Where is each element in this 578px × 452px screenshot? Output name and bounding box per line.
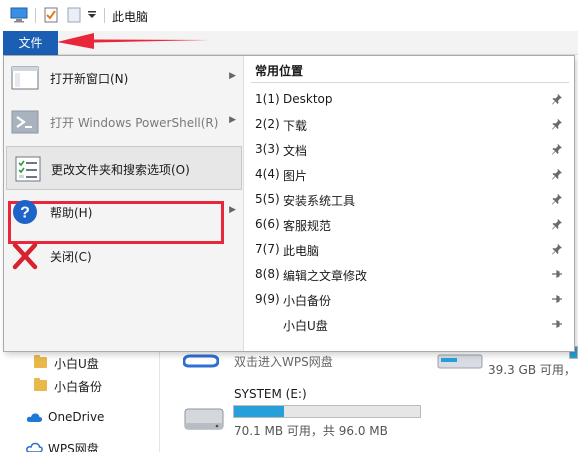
frequent-places-panel: 常用位置 1(1) Desktop 2(2) 下载 3(3) 文档 4(4) 图片 5(5) 安装… — [245, 56, 575, 351]
nav-item-label: 小白U盘 — [54, 357, 99, 371]
frequent-place-item[interactable]: 5(5) 安装系统工具 — [245, 187, 575, 212]
pin-icon[interactable] — [551, 243, 563, 255]
frequent-place-item[interactable]: 9(9) 小白备份 — [245, 287, 575, 312]
frequent-place-accesskey: 5(5) — [255, 192, 280, 206]
title-bar: 此电脑 — [0, 0, 578, 31]
menu-item-folder-options[interactable]: 更改文件夹和搜索选项(O) — [6, 146, 242, 190]
properties-checkbox-icon[interactable] — [44, 7, 58, 26]
frequent-place-item[interactable]: 1(1) Desktop — [245, 87, 575, 112]
drive-e-icon — [183, 405, 225, 436]
menu-item-help[interactable]: ? 帮助(H) ▶ — [4, 190, 244, 234]
drive-c-free-text: 39.3 GB 可用， — [488, 363, 576, 377]
frequent-place-item[interactable]: 8(8) 编辑之文章修改 — [245, 262, 575, 287]
nav-item-label: WPS网盘 — [48, 442, 99, 452]
navigation-pane: 小白U盘 小白备份 OneDrive WPS网盘 — [0, 352, 160, 452]
frequent-place-item[interactable]: 4(4) 图片 — [245, 162, 575, 187]
file-menu: 打开新窗口(N) ▶ 打开 Windows PowerShell(R) ▶ 更改… — [3, 55, 575, 352]
submenu-arrow-icon: ▶ — [229, 205, 236, 215]
nav-item-xiaobai-udisk[interactable]: 小白U盘 — [34, 352, 154, 374]
nav-item-label: 小白备份 — [54, 380, 103, 394]
frequent-place-accesskey: 2(2) — [255, 117, 280, 131]
frequent-place-name: 图片 — [283, 169, 308, 183]
nav-item-wps-cloud[interactable]: WPS网盘 — [26, 438, 154, 452]
submenu-arrow-icon: ▶ — [229, 71, 236, 81]
unpin-icon[interactable] — [551, 293, 563, 305]
help-icon: ? — [10, 198, 40, 226]
frequent-place-name: 文档 — [283, 144, 308, 158]
content-pane: 双击进入WPS网盘 39.3 GB 可用， SYSTEM (E:) 70.1 M… — [161, 346, 578, 452]
menu-item-label: 打开 Windows PowerShell(R) — [50, 116, 219, 130]
drive-e-usage-text: 70.1 MB 可用，共 96.0 MB — [234, 424, 388, 438]
menu-item-open-new-window[interactable]: 打开新窗口(N) ▶ — [4, 56, 244, 100]
frequent-place-accesskey: 4(4) — [255, 167, 280, 181]
frequent-place-accesskey: 9(9) — [255, 292, 280, 306]
frequent-place-item[interactable]: 小白U盘 — [245, 312, 575, 337]
frequent-place-item[interactable]: 3(3) 文档 — [245, 137, 575, 162]
pin-icon[interactable] — [551, 143, 563, 155]
menu-item-label: 更改文件夹和搜索选项(O) — [51, 163, 190, 177]
frequent-place-name: 小白备份 — [283, 294, 332, 308]
folder-icon — [34, 355, 47, 368]
onedrive-icon — [26, 412, 43, 426]
frequent-place-name: 客服规范 — [283, 219, 332, 233]
frequent-place-accesskey: 6(6) — [255, 217, 280, 231]
menu-item-close[interactable]: 关闭(C) — [4, 234, 244, 278]
nav-item-onedrive[interactable]: OneDrive — [26, 407, 154, 429]
frequent-place-item[interactable]: 6(6) 客服规范 — [245, 212, 575, 237]
unpin-icon[interactable] — [551, 318, 563, 330]
frequent-place-accesskey: 3(3) — [255, 142, 280, 156]
window-title: 此电脑 — [112, 10, 149, 24]
frequent-place-name: 下载 — [283, 119, 308, 133]
frequent-places-title: 常用位置 — [255, 64, 304, 78]
file-tab[interactable]: 文件 — [3, 31, 58, 55]
menu-item-label: 打开新窗口(N) — [50, 72, 129, 86]
pin-icon[interactable] — [551, 168, 563, 180]
frequent-place-name: 此电脑 — [283, 244, 320, 258]
new-window-icon — [10, 64, 40, 92]
drive-c-icon — [437, 354, 483, 373]
computer-icon[interactable] — [10, 7, 28, 26]
frequent-place-name: 安装系统工具 — [283, 194, 356, 208]
wps-cloud-icon — [26, 442, 43, 452]
frequent-place-accesskey: 8(8) — [255, 267, 280, 281]
annotation-arrow — [57, 33, 210, 49]
frequent-place-name: Desktop — [283, 92, 333, 106]
customize-quick-access-icon[interactable] — [87, 9, 97, 23]
folder-icon — [34, 378, 47, 391]
frequent-place-accesskey: 1(1) — [255, 92, 280, 106]
wps-drive-icon — [182, 352, 220, 371]
drive-e-name[interactable]: SYSTEM (E:) — [234, 387, 307, 401]
folder-options-icon — [13, 155, 43, 183]
submenu-arrow-icon: ▶ — [229, 115, 236, 125]
frequent-places-divider — [251, 82, 569, 83]
close-icon — [10, 242, 40, 270]
pin-icon[interactable] — [551, 93, 563, 105]
title-separator — [35, 8, 36, 23]
frequent-place-name: 小白U盘 — [283, 319, 328, 333]
file-menu-commands: 打开新窗口(N) ▶ 打开 Windows PowerShell(R) ▶ 更改… — [4, 56, 244, 351]
unpin-icon[interactable] — [551, 268, 563, 280]
frequent-place-item[interactable]: 2(2) 下载 — [245, 112, 575, 137]
svg-text:?: ? — [20, 205, 30, 222]
drive-e-usage-fill — [234, 406, 285, 417]
title-separator-2 — [104, 8, 105, 23]
frequent-place-name: 编辑之文章修改 — [283, 269, 368, 283]
menu-item-open-powershell[interactable]: 打开 Windows PowerShell(R) ▶ — [4, 100, 244, 144]
menu-item-label: 关闭(C) — [50, 250, 92, 264]
nav-item-label: OneDrive — [48, 410, 105, 424]
pin-icon[interactable] — [551, 118, 563, 130]
menu-item-label: 帮助(H) — [50, 206, 93, 220]
frequent-place-item[interactable]: 7(7) 此电脑 — [245, 237, 575, 262]
wps-drive-label[interactable]: 双击进入WPS网盘 — [234, 353, 333, 370]
powershell-icon — [10, 108, 40, 136]
nav-item-xiaobai-backup[interactable]: 小白备份 — [34, 375, 154, 397]
new-folder-icon[interactable] — [67, 7, 81, 26]
frequent-place-accesskey: 7(7) — [255, 242, 280, 256]
pin-icon[interactable] — [551, 193, 563, 205]
drive-e-usage-bar — [233, 405, 421, 418]
pin-icon[interactable] — [551, 218, 563, 230]
